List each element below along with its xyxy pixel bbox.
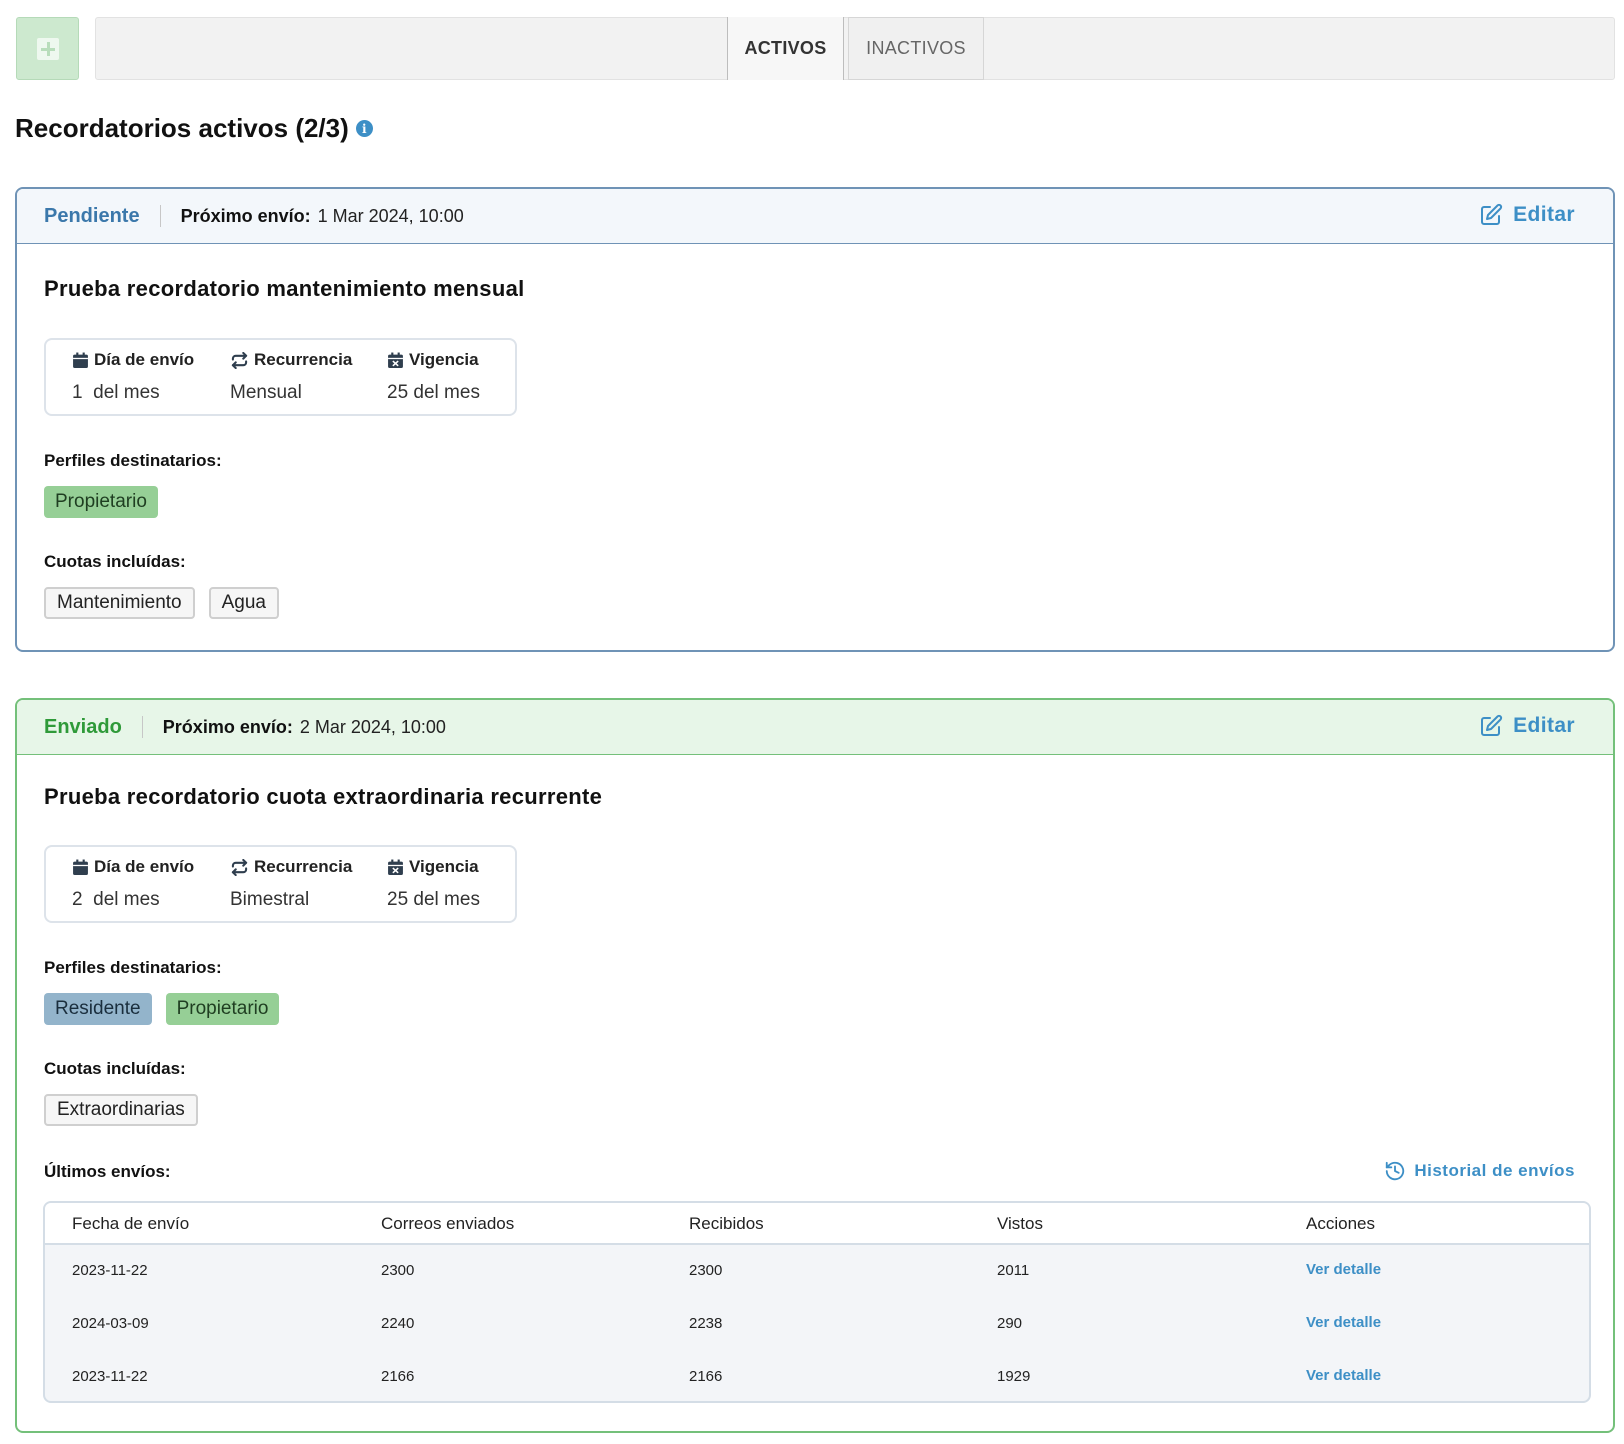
send-day-column: Día de envío 1 del mes xyxy=(72,350,194,404)
profile-tag-propietario: Propietario xyxy=(44,486,158,518)
card-header: Pendiente Próximo envío: 1 Mar 2024, 10:… xyxy=(17,189,1613,244)
send-day-label: Día de envío xyxy=(94,350,195,369)
validity-column: Vigencia 25 del mes xyxy=(387,857,480,911)
top-bar: ACTIVOS INACTIVOS xyxy=(16,17,1615,80)
fees-label: Cuotas incluídas: xyxy=(44,1059,186,1078)
validity-label: Vigencia xyxy=(409,857,479,876)
validity-value: 25 del mes xyxy=(387,382,480,403)
history-label: Historial de envíos xyxy=(1414,1161,1575,1180)
card-header: Enviado Próximo envío: 2 Mar 2024, 10:00… xyxy=(17,700,1613,755)
plus-square-icon xyxy=(36,37,59,60)
table-cell: 2166 xyxy=(381,1368,415,1385)
fees-label: Cuotas incluídas: xyxy=(44,552,186,571)
send-day-value: 2 del mes xyxy=(72,889,160,910)
divider xyxy=(159,205,161,227)
next-send-value: 1 Mar 2024, 10:00 xyxy=(317,205,464,226)
divider xyxy=(141,716,143,738)
table-cell: 2300 xyxy=(381,1262,415,1279)
view-detail-link[interactable]: Ver detalle xyxy=(1306,1367,1381,1384)
profile-tag-propietario: Propietario xyxy=(165,993,280,1025)
view-detail-link[interactable]: Ver detalle xyxy=(1306,1261,1381,1278)
profiles-tags: Propietario xyxy=(44,486,172,518)
profile-tag-residente: Residente xyxy=(44,993,152,1025)
recurrence-column: Recurrencia Bimestral xyxy=(230,857,352,911)
validity-column: Vigencia 25 del mes xyxy=(387,350,480,404)
schedule-info-box: Día de envío 2 del mes Recurrencia Bimes… xyxy=(44,845,517,923)
status-badge: Pendiente xyxy=(44,204,140,227)
schedule-info-box: Día de envío 1 del mes Recurrencia Mensu… xyxy=(44,338,517,416)
tab-activos[interactable]: ACTIVOS xyxy=(727,17,844,80)
calendar-icon xyxy=(73,859,88,875)
fees-tags: Mantenimiento Agua xyxy=(44,587,293,619)
send-day-column: Día de envío 2 del mes xyxy=(72,857,194,911)
reminder-card: Pendiente Próximo envío: 1 Mar 2024, 10:… xyxy=(15,187,1615,652)
calendar-x-icon xyxy=(388,859,403,875)
profiles-label: Perfiles destinatarios: xyxy=(44,451,222,470)
edit-icon xyxy=(1481,714,1503,736)
recurrence-label: Recurrencia xyxy=(254,350,353,369)
history-link[interactable]: Historial de envíos xyxy=(1384,1160,1575,1182)
repeat-icon xyxy=(231,858,248,876)
column-header: Vistos xyxy=(997,1214,1043,1233)
fee-tag-agua: Agua xyxy=(208,587,279,619)
tab-inactivos[interactable]: INACTIVOS xyxy=(848,17,984,80)
recurrence-value: Bimestral xyxy=(230,889,310,910)
profiles-label: Perfiles destinatarios: xyxy=(44,958,222,977)
edit-button[interactable]: Editar xyxy=(1479,714,1575,738)
fees-tags: Extraordinarias xyxy=(44,1094,212,1126)
column-header: Fecha de envío xyxy=(72,1214,190,1233)
fee-tag-mantenimiento: Mantenimiento xyxy=(44,587,195,619)
repeat-icon xyxy=(231,351,248,369)
send-day-value: 1 del mes xyxy=(72,382,160,403)
table-cell: 2300 xyxy=(689,1262,723,1279)
history-icon xyxy=(1386,1161,1405,1181)
status-badge: Enviado xyxy=(44,715,122,738)
add-reminder-button[interactable] xyxy=(16,17,79,80)
reminder-title: Prueba recordatorio cuota extraordinaria… xyxy=(44,784,603,809)
edit-icon xyxy=(1481,203,1503,225)
sends-table: Fecha de envío Correos enviados Recibido… xyxy=(43,1201,1591,1403)
table-cell: 2024-03-09 xyxy=(72,1315,149,1332)
next-send-label: Próximo envío: xyxy=(162,716,293,737)
last-sends-label: Últimos envíos: xyxy=(44,1162,171,1181)
edit-label: Editar xyxy=(1513,714,1575,737)
tab-bar: ACTIVOS INACTIVOS xyxy=(95,17,1615,80)
next-send-label: Próximo envío: xyxy=(180,205,311,226)
recurrence-label: Recurrencia xyxy=(254,857,353,876)
info-icon[interactable]: i xyxy=(355,120,373,137)
table-header: Fecha de envío Correos enviados Recibido… xyxy=(45,1203,1589,1245)
reminder-card: Enviado Próximo envío: 2 Mar 2024, 10:00… xyxy=(15,698,1615,1433)
next-send-value: 2 Mar 2024, 10:00 xyxy=(299,716,446,737)
profiles-tags: Residente Propietario xyxy=(44,993,293,1025)
table-cell: 2166 xyxy=(689,1368,723,1385)
table-cell: 2023-11-22 xyxy=(72,1368,148,1385)
table-cell: 2238 xyxy=(689,1315,723,1332)
table-cell: 290 xyxy=(997,1315,1023,1332)
recurrence-value: Mensual xyxy=(230,382,302,403)
edit-button[interactable]: Editar xyxy=(1479,203,1575,227)
validity-label: Vigencia xyxy=(409,350,479,369)
view-detail-link[interactable]: Ver detalle xyxy=(1306,1314,1381,1331)
page-title: Recordatorios activos (2/3) i xyxy=(15,113,373,144)
validity-value: 25 del mes xyxy=(387,889,480,910)
recurrence-column: Recurrencia Mensual xyxy=(230,350,352,404)
send-day-label: Día de envío xyxy=(94,857,195,876)
table-cell: 2011 xyxy=(997,1262,1030,1279)
calendar-icon xyxy=(73,352,88,368)
table-cell: 2240 xyxy=(381,1315,415,1332)
page-title-text: Recordatorios activos (2/3) xyxy=(15,113,349,143)
fee-tag-extraordinarias: Extraordinarias xyxy=(44,1094,198,1126)
column-header: Acciones xyxy=(1306,1214,1375,1233)
calendar-x-icon xyxy=(388,352,403,368)
reminder-title: Prueba recordatorio mantenimiento mensua… xyxy=(44,276,525,301)
column-header: Correos enviados xyxy=(381,1214,515,1233)
column-header: Recibidos xyxy=(689,1214,764,1233)
table-cell: 1929 xyxy=(997,1368,1031,1385)
table-cell: 2023-11-22 xyxy=(72,1262,148,1279)
edit-label: Editar xyxy=(1513,203,1575,226)
